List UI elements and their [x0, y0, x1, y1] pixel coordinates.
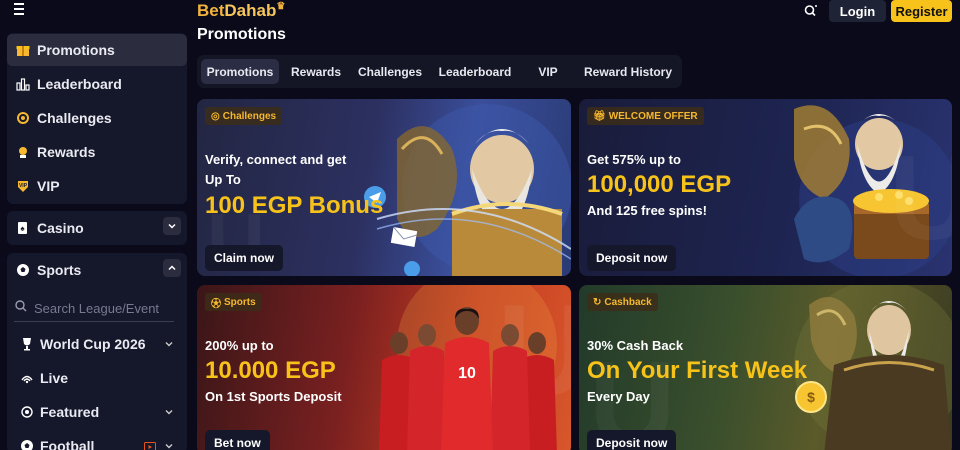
card-headline: 100 EGP Bonus [205, 192, 384, 219]
sidebar-item-label: Challenges [37, 110, 112, 126]
gift-icon: 🎁︎ [593, 110, 606, 122]
promo-card-welcome-offer[interactable]: U 🎁︎ WELCOME OFFER Get 575% up to 100,00… [579, 99, 952, 276]
live-stream-icon [144, 439, 156, 450]
cards-icon: ♠ [15, 220, 31, 236]
chevron-down-icon[interactable] [164, 438, 174, 450]
svg-text:U: U [889, 131, 952, 265]
tab-promotions[interactable]: Promotions [201, 59, 279, 84]
sidebar-item-label: Casino [37, 220, 84, 236]
promo-tabs: Promotions Rewards Challenges Leaderboar… [197, 55, 682, 88]
sidebar-item-vip[interactable]: VIP VIP [7, 170, 187, 202]
target-icon: ◎ [211, 110, 220, 122]
badge-label: Challenges [222, 110, 277, 122]
svg-text:$: $ [807, 389, 815, 405]
promo-card-challenges[interactable]: U ◎ Challenges Verify, connect and get U… [197, 99, 571, 276]
card-subtitle: Verify, connect and get [205, 152, 347, 167]
sports-item-label: Football [40, 438, 95, 450]
star-icon [20, 405, 34, 419]
hamburger-menu-icon[interactable] [14, 3, 30, 17]
search-icon[interactable] [802, 2, 820, 20]
card-badge: ◎ Challenges [205, 107, 283, 125]
sports-item-world-cup[interactable]: World Cup 2026 [20, 331, 180, 357]
trophy-icon [20, 337, 34, 351]
chevron-down-icon[interactable] [163, 217, 181, 235]
top-bar: BetDahab♛ Login Register [0, 0, 960, 22]
sports-item-live[interactable]: Live [20, 365, 180, 391]
sidebar-item-label: Rewards [37, 144, 96, 160]
sidebar-item-casino[interactable]: ♠ Casino [7, 212, 187, 244]
cashback-icon: ↻ [593, 296, 602, 308]
sports-item-featured[interactable]: Featured [20, 399, 180, 425]
football-icon [20, 439, 34, 450]
card-subtitle: 30% Cash Back [587, 338, 684, 353]
register-button[interactable]: Register [891, 0, 952, 22]
sidebar-item-label: VIP [37, 178, 60, 194]
card-headline: 10.000 EGP [205, 357, 336, 384]
sports-item-football[interactable]: Football [20, 433, 180, 450]
league-search [14, 296, 174, 322]
claim-now-button[interactable]: Claim now [205, 245, 284, 271]
card-subtitle-2: On 1st Sports Deposit [205, 389, 342, 404]
chevron-down-icon[interactable] [164, 404, 174, 420]
chevron-down-icon[interactable] [164, 336, 174, 352]
sports-item-label: Featured [40, 404, 100, 420]
card-badge: 🎁︎ WELCOME OFFER [587, 107, 704, 125]
tab-vip[interactable]: VIP [527, 59, 569, 84]
live-icon [20, 371, 34, 385]
leaderboard-icon [15, 76, 31, 92]
logo-text-dahab: Dahab [224, 1, 277, 20]
login-button[interactable]: Login [829, 0, 886, 22]
card-badge: ↻ Cashback [587, 293, 658, 311]
svg-text:VIP: VIP [19, 183, 28, 189]
soccer-ball-icon: ⚽︎ [211, 298, 221, 310]
sidebar-item-challenges[interactable]: Challenges [7, 102, 187, 134]
promo-card-cashback[interactable]: U $ ↻ Cashback 30% Cash Back On Your Fir… [579, 285, 952, 450]
chevron-up-icon[interactable] [163, 259, 181, 277]
badge-label: WELCOME OFFER [608, 110, 698, 122]
deposit-now-button[interactable]: Deposit now [587, 245, 677, 271]
vip-icon: VIP [15, 178, 31, 194]
card-subtitle-2: And 125 free spins! [587, 203, 707, 218]
tab-reward-history[interactable]: Reward History [579, 59, 677, 84]
crown-icon: ♛ [276, 1, 286, 12]
badge-label: Sports [224, 296, 256, 308]
card-subtitle-2: Up To [205, 172, 241, 187]
sidebar-item-sports[interactable]: Sports [7, 254, 187, 286]
target-icon [15, 110, 31, 126]
sidebar-item-promotions[interactable]: Promotions [7, 34, 187, 66]
promo-card-sports[interactable]: U 10 ⚽︎ Sports 200% up to 10.000 EGP On [197, 285, 571, 450]
card-subtitle: Get 575% up to [587, 152, 681, 167]
deposit-now-button[interactable]: Deposit now [587, 430, 677, 450]
soccer-ball-icon [15, 262, 31, 278]
sidebar-item-leaderboard[interactable]: Leaderboard [7, 68, 187, 100]
card-headline: 100,000 EGP [587, 171, 732, 198]
sports-item-label: World Cup 2026 [40, 336, 146, 352]
logo[interactable]: BetDahab♛ [197, 1, 285, 21]
card-subtitle: 200% up to [205, 338, 274, 353]
search-league-input[interactable] [34, 301, 164, 316]
card-headline: On Your First Week [587, 357, 808, 384]
logo-text-bet: Bet [197, 1, 225, 20]
tab-leaderboard[interactable]: Leaderboard [434, 59, 516, 84]
svg-text:10: 10 [458, 365, 476, 382]
sidebar-promo-nav: Promotions Leaderboard Challenges Reward… [7, 33, 187, 204]
gift-icon [15, 42, 31, 58]
tab-challenges[interactable]: Challenges [353, 59, 427, 84]
sidebar-item-label: Promotions [37, 42, 115, 58]
tab-rewards[interactable]: Rewards [285, 59, 347, 84]
search-icon [14, 299, 28, 318]
card-subtitle-2: Every Day [587, 389, 650, 404]
page-title: Promotions [197, 26, 286, 43]
sidebar-casino-section[interactable]: ♠ Casino [7, 211, 187, 245]
sidebar-item-rewards[interactable]: Rewards [7, 136, 187, 168]
sidebar-item-label: Sports [37, 262, 82, 278]
badge-label: Cashback [604, 296, 652, 308]
sports-item-label: Live [40, 370, 69, 386]
rewards-icon [15, 144, 31, 160]
bet-now-button[interactable]: Bet now [205, 430, 270, 450]
card-badge: ⚽︎ Sports [205, 293, 262, 311]
sidebar-item-label: Leaderboard [37, 76, 122, 92]
